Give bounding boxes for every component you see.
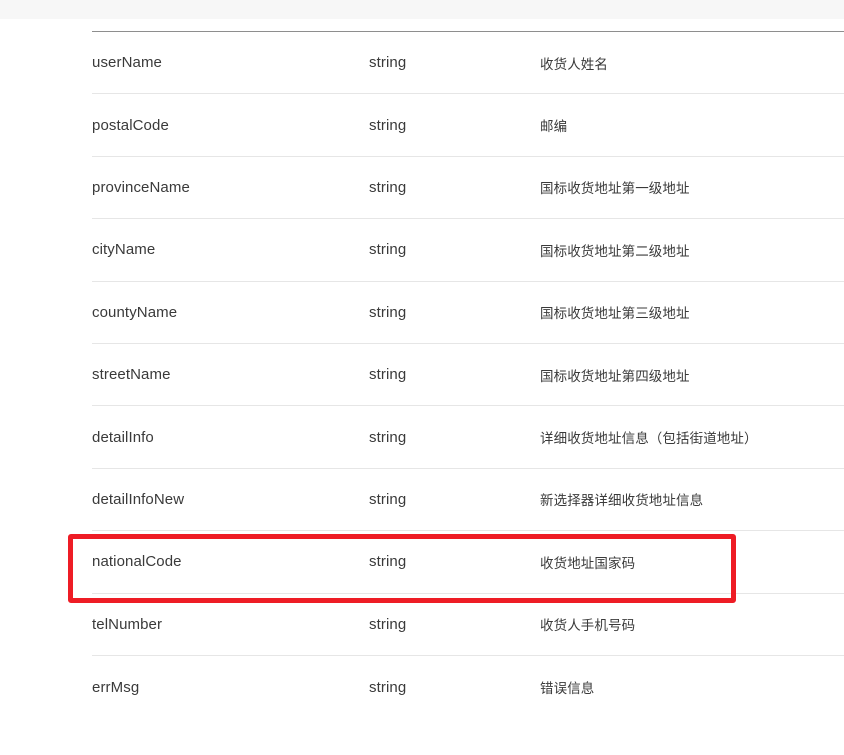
table-row-highlighted: nationalCode string 收货地址国家码 [92,531,844,594]
param-description: 新选择器详细收货地址信息 [540,493,704,510]
param-description: 国标收货地址第二级地址 [540,243,690,260]
param-description: 错误信息 [540,681,595,698]
param-type: string [369,553,407,571]
param-name: streetName [92,366,171,384]
param-type: string [369,428,407,446]
param-description: 收货人姓名 [540,56,608,73]
param-type: string [369,54,407,72]
param-description: 国标收货地址第四级地址 [540,368,690,385]
table-row: countyName string 国标收货地址第三级地址 [92,282,844,344]
param-description: 国标收货地址第一级地址 [540,181,690,198]
param-type: string [369,366,407,384]
param-name: provinceName [92,178,190,196]
param-type: string [369,241,407,259]
param-name: detailInfo [92,428,154,446]
param-type: string [369,490,407,508]
param-type: string [369,178,407,196]
table-header-band [0,0,844,19]
params-table: userName string 收货人姓名 postalCode string … [92,32,844,718]
param-description: 收货人手机号码 [540,618,636,635]
param-type: string [369,116,407,134]
param-name: userName [92,54,162,72]
table-row: detailInfo string 详细收货地址信息（包括街道地址） [92,406,844,469]
param-description: 详细收货地址信息（包括街道地址） [540,431,758,448]
table-row: detailInfoNew string 新选择器详细收货地址信息 [92,469,844,532]
param-name: countyName [92,303,178,321]
param-description: 邮编 [540,119,568,136]
param-name: detailInfoNew [92,490,185,508]
table-row: telNumber string 收货人手机号码 [92,594,844,656]
param-type: string [369,615,407,633]
table-row: streetName string 国标收货地址第四级地址 [92,344,844,407]
table-row: errMsg string 错误信息 [92,656,844,718]
param-name: telNumber [92,615,163,633]
table-row: userName string 收货人姓名 [92,32,844,95]
param-name: postalCode [92,116,169,134]
param-type: string [369,678,407,696]
table-row: provinceName string 国标收货地址第一级地址 [92,157,844,220]
param-description: 国标收货地址第三级地址 [540,306,690,323]
param-name: errMsg [92,678,140,696]
param-description: 收货地址国家码 [540,555,636,572]
param-type: string [369,303,407,321]
table-row: postalCode string 邮编 [92,94,844,157]
table-row: cityName string 国标收货地址第二级地址 [92,219,844,282]
param-name: cityName [92,241,156,259]
param-name: nationalCode [92,553,182,571]
